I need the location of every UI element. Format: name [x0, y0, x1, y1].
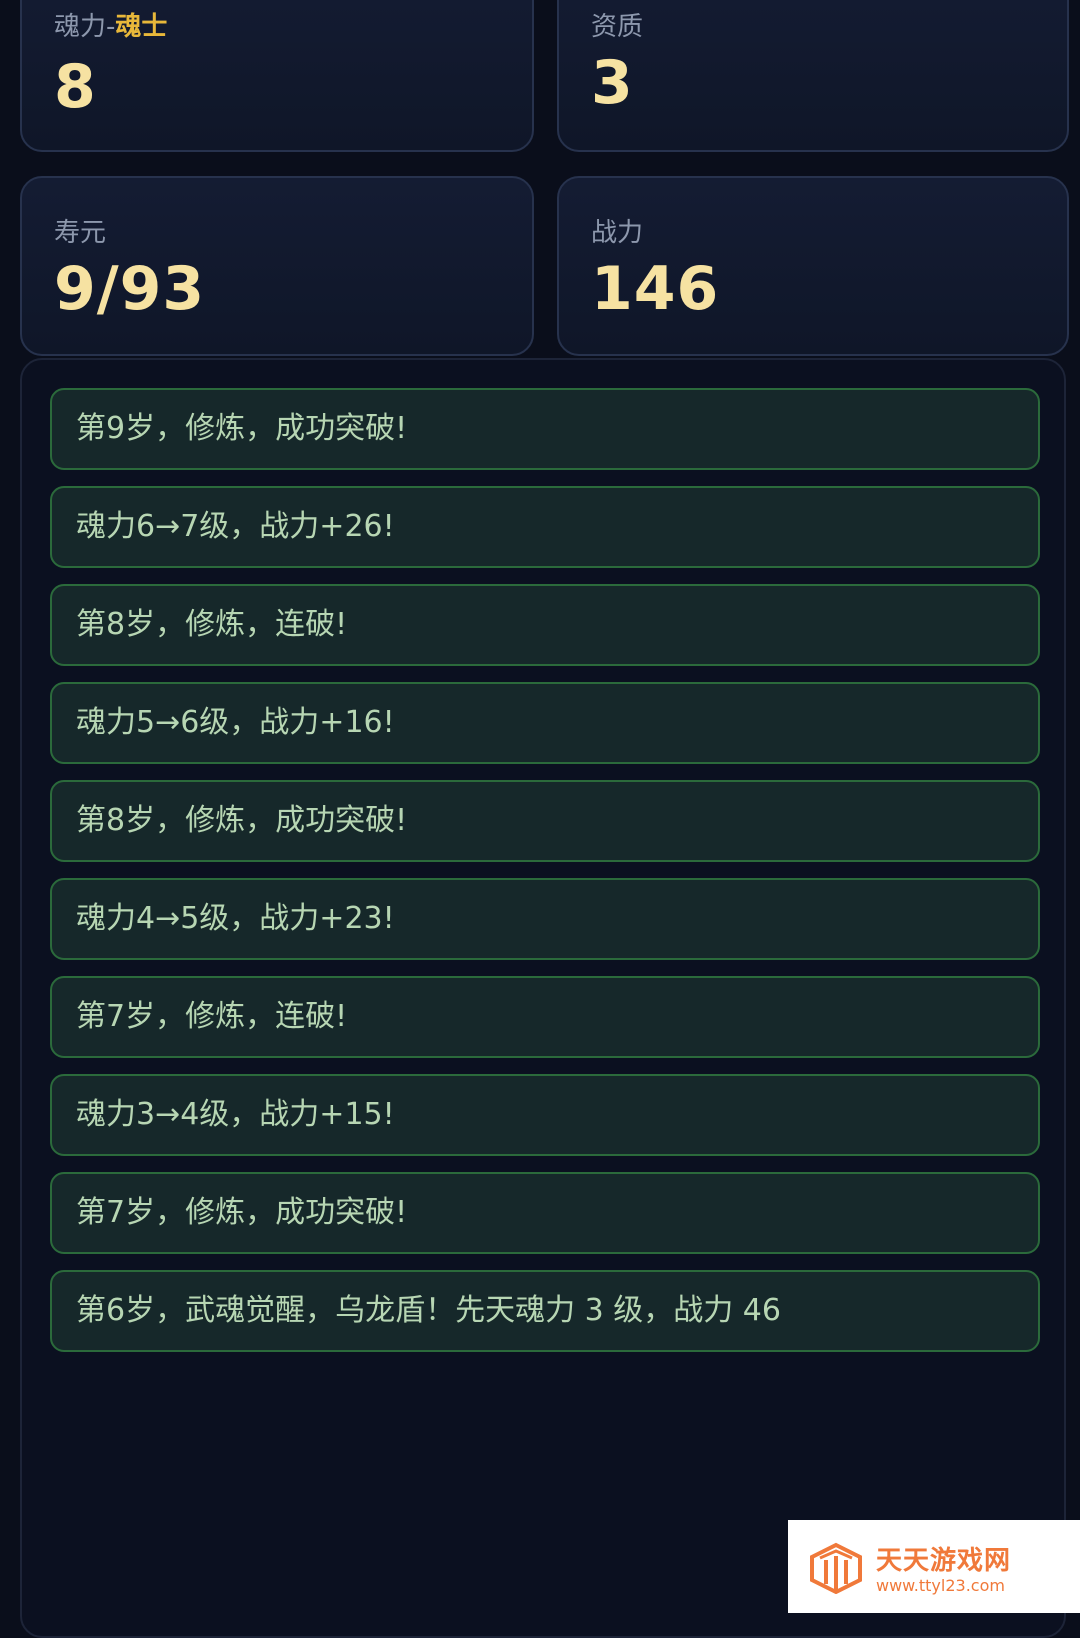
log-item: 魂力5→6级，战力+16! — [50, 682, 1040, 764]
combat-power-label: 战力 — [591, 218, 644, 248]
watermark-url: www.ttyl23.com — [876, 1576, 1005, 1595]
log-item: 第8岁，修炼，连破! — [50, 584, 1040, 666]
log-item: 第6岁，武魂觉醒，乌龙盾！先天魂力 3 级，战力 46 — [50, 1270, 1040, 1352]
soul-power-card: 魂力-魂士 8 — [20, 0, 534, 152]
lifespan-label: 寿元 — [54, 218, 107, 248]
combat-power-card: 战力 146 — [557, 176, 1069, 356]
aptitude-card: 资质 3 — [557, 0, 1069, 152]
combat-power-value: 146 — [591, 254, 720, 324]
soul-power-label: 魂力-魂士 — [54, 12, 168, 42]
aptitude-value: 3 — [591, 48, 634, 118]
log-item: 魂力3→4级，战力+15! — [50, 1074, 1040, 1156]
event-log-panel[interactable]: 第9岁，修炼，成功突破! 魂力6→7级，战力+26! 第8岁，修炼，连破! 魂力… — [20, 358, 1066, 1638]
log-item: 第8岁，修炼，成功突破! — [50, 780, 1040, 862]
log-item: 第9岁，修炼，成功突破! — [50, 388, 1040, 470]
log-item: 魂力6→7级，战力+26! — [50, 486, 1040, 568]
soul-power-value: 8 — [54, 52, 97, 122]
lifespan-card: 寿元 9/93 — [20, 176, 534, 356]
log-item: 魂力4→5级，战力+23! — [50, 878, 1040, 960]
log-item: 第7岁，修炼，连破! — [50, 976, 1040, 1058]
cube-logo-icon — [810, 1542, 862, 1594]
lifespan-value: 9/93 — [54, 254, 206, 324]
site-watermark: 天天游戏网 www.ttyl23.com — [788, 1520, 1080, 1613]
aptitude-label: 资质 — [591, 12, 644, 42]
watermark-title: 天天游戏网 — [876, 1546, 1012, 1576]
soul-rank: 魂士 — [115, 12, 168, 42]
log-item: 第7岁，修炼，成功突破! — [50, 1172, 1040, 1254]
